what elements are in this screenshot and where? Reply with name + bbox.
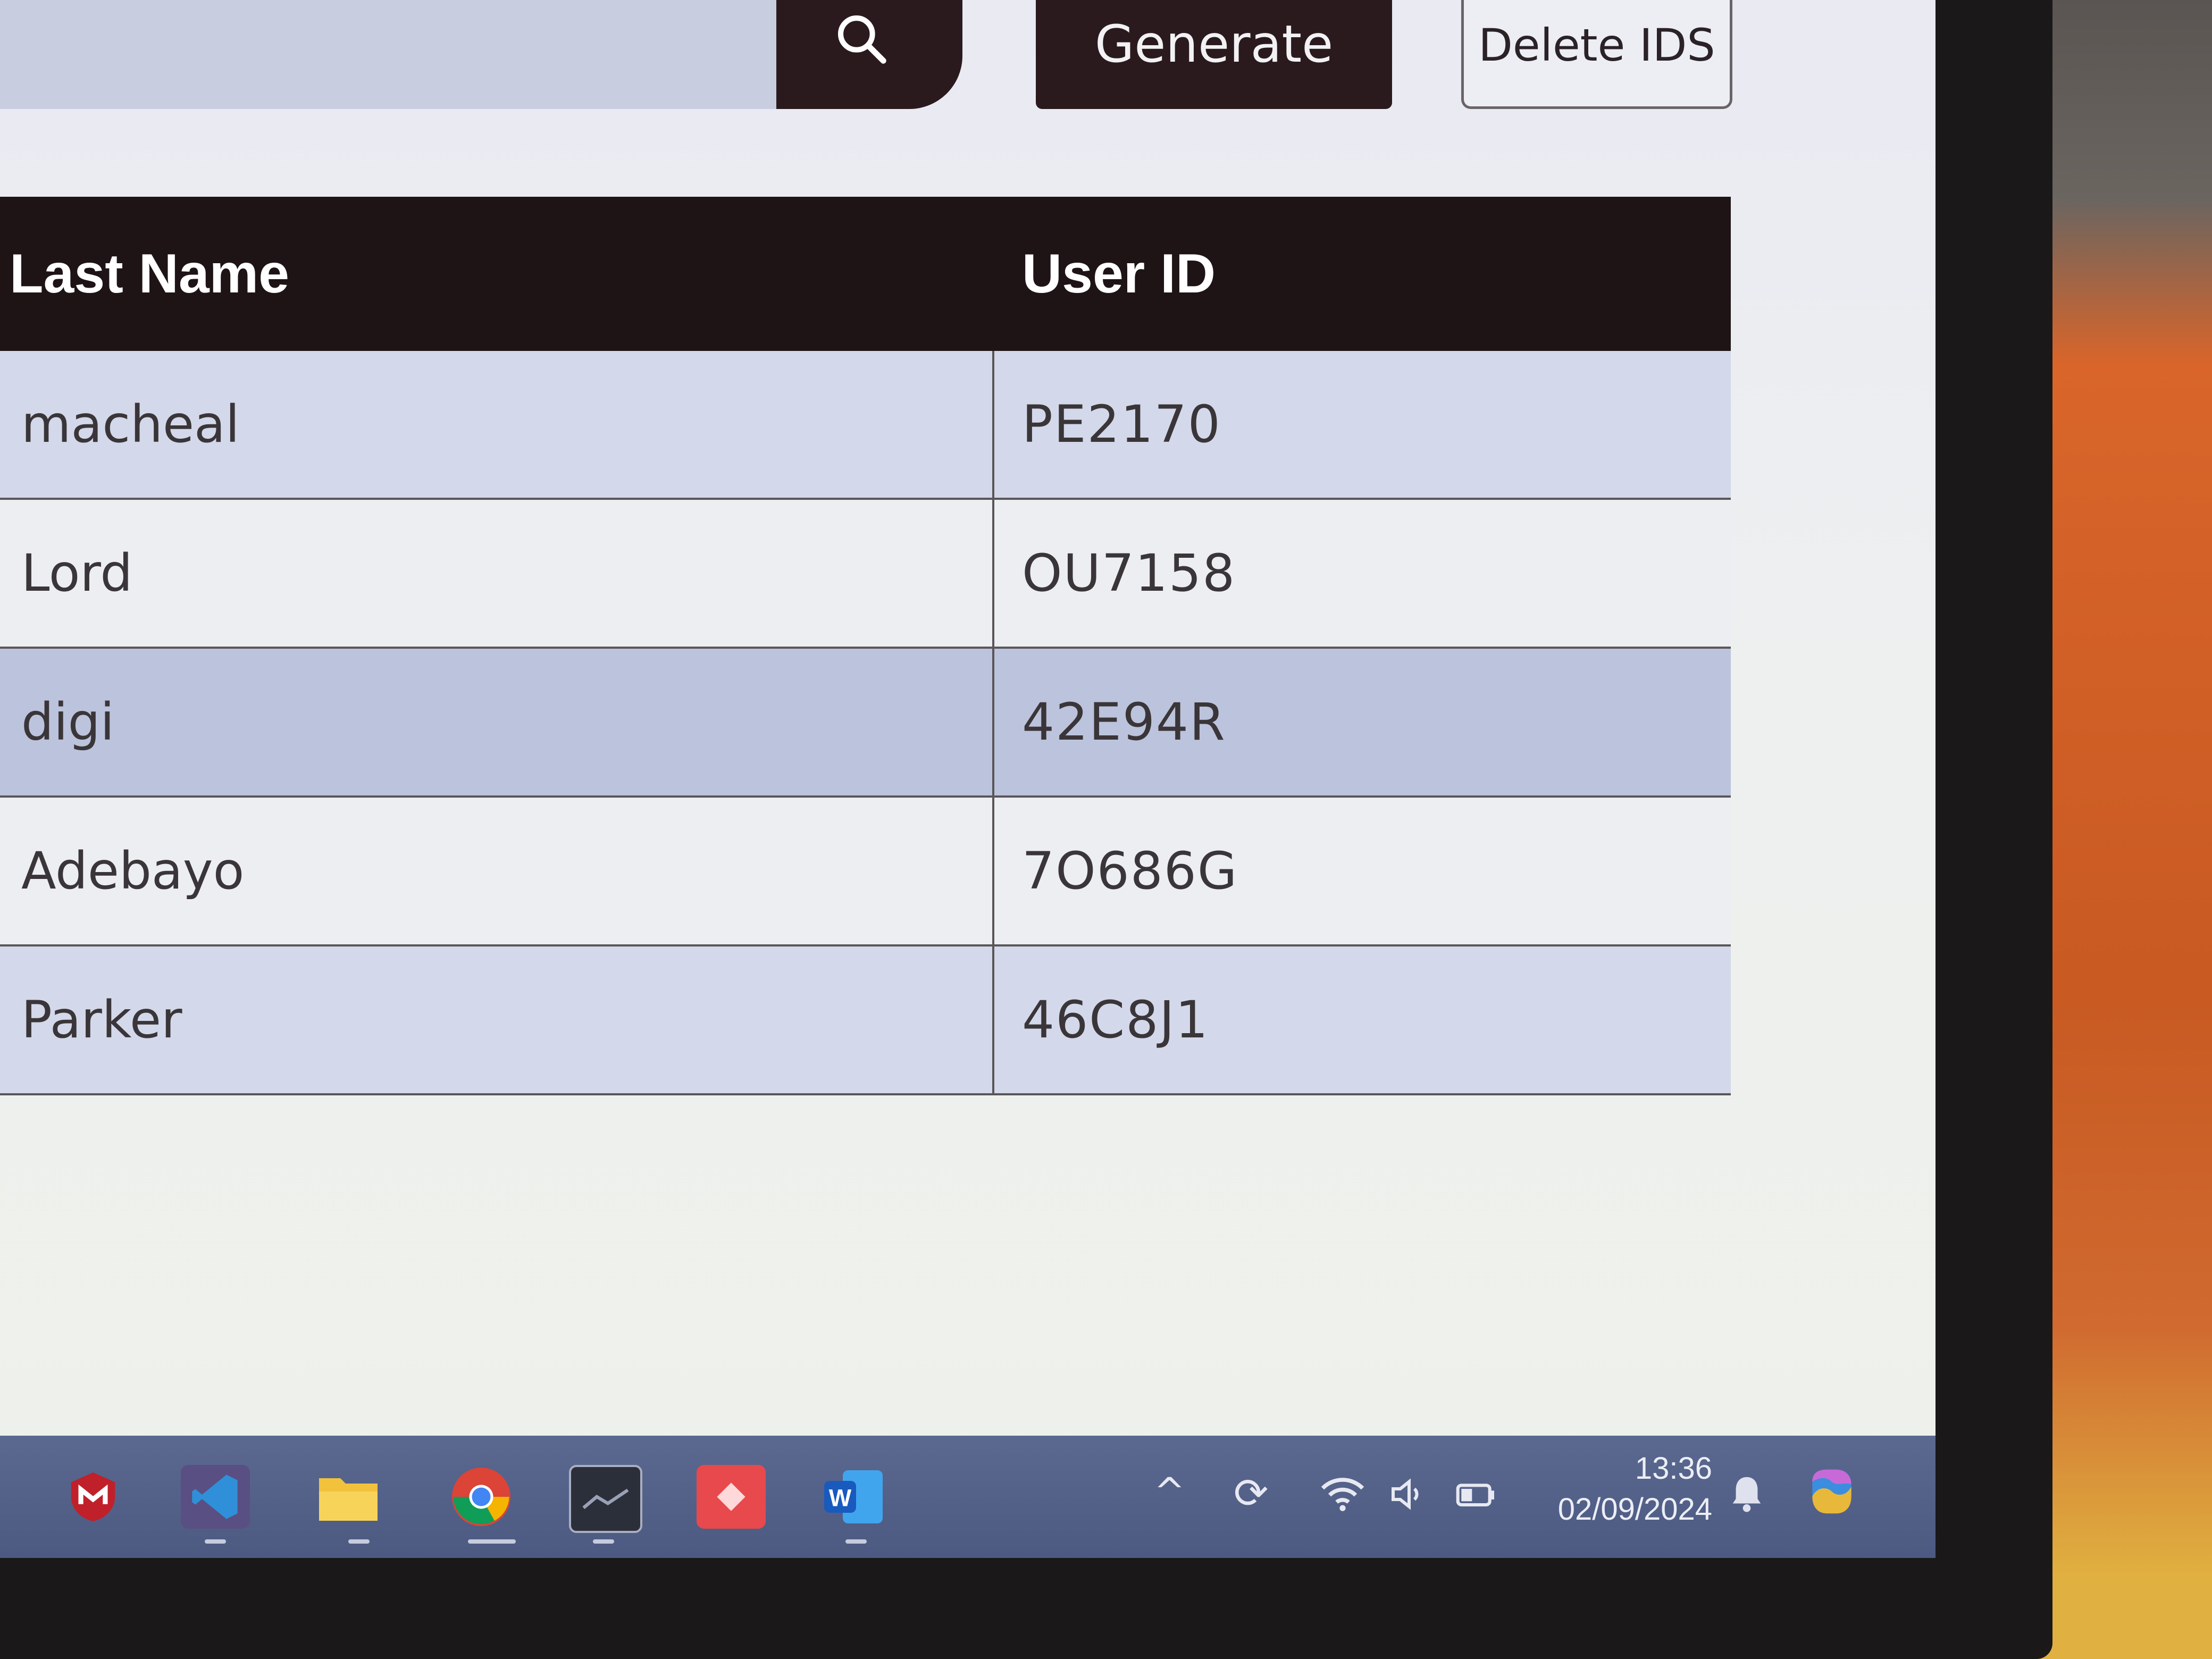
table-row[interactable]: macheal PE2170 bbox=[0, 351, 1731, 500]
table-row[interactable]: Adebayo 7O686G bbox=[0, 798, 1731, 946]
delete-ids-button[interactable]: Delete IDS bbox=[1461, 0, 1732, 109]
wifi-icon[interactable] bbox=[1319, 1473, 1367, 1522]
svg-text:W: W bbox=[829, 1485, 852, 1512]
battery-icon[interactable] bbox=[1452, 1473, 1499, 1522]
chrome-active-indicator bbox=[468, 1539, 516, 1544]
cell-user-id: 42E94R bbox=[1022, 692, 1226, 752]
cell-user-id: 7O686G bbox=[1022, 841, 1238, 901]
search-icon bbox=[838, 15, 886, 64]
cell-last-name: Parker bbox=[0, 946, 994, 1093]
bell-icon[interactable] bbox=[1728, 1473, 1765, 1522]
column-header-last-name: Last Name bbox=[10, 242, 289, 305]
search-button[interactable] bbox=[776, 0, 962, 109]
cell-user-id: OU7158 bbox=[1022, 543, 1236, 603]
cell-last-name: macheal bbox=[0, 351, 994, 498]
vscode-icon[interactable] bbox=[181, 1465, 250, 1529]
cell-user-id: PE2170 bbox=[1022, 395, 1221, 454]
vscode-active-indicator bbox=[205, 1539, 226, 1544]
taskbar-clock[interactable]: 13:36 02/09/2024 bbox=[1531, 1451, 1712, 1527]
table-row[interactable]: Parker 46C8J1 bbox=[0, 946, 1731, 1095]
cell-last-name: digi bbox=[0, 649, 994, 795]
app-icon[interactable] bbox=[697, 1465, 766, 1529]
table-row[interactable]: Lord OU7158 bbox=[0, 500, 1731, 649]
terminal-indicator bbox=[593, 1539, 614, 1544]
copilot-icon[interactable] bbox=[1803, 1462, 1861, 1528]
table-header: Last Name User ID bbox=[0, 197, 1731, 351]
word-indicator bbox=[845, 1539, 867, 1544]
user-table: Last Name User ID macheal PE2170 Lord OU… bbox=[0, 197, 1731, 1095]
chrome-icon[interactable] bbox=[447, 1465, 516, 1529]
table-row[interactable]: digi 42E94R bbox=[0, 649, 1731, 798]
screen: Generate Delete IDS Last Name User ID ma… bbox=[0, 0, 1936, 1558]
file-explorer-indicator bbox=[348, 1539, 370, 1544]
sync-icon[interactable]: ⟳ bbox=[1234, 1473, 1268, 1514]
cell-last-name: Lord bbox=[0, 500, 994, 647]
clock-time: 13:36 bbox=[1635, 1451, 1712, 1486]
cell-user-id: 46C8J1 bbox=[1022, 990, 1209, 1050]
mcafee-icon[interactable] bbox=[58, 1465, 128, 1529]
terminal-icon[interactable] bbox=[569, 1465, 642, 1533]
volume-icon[interactable] bbox=[1388, 1473, 1430, 1522]
generate-button[interactable]: Generate bbox=[1036, 0, 1392, 109]
chevron-up-icon[interactable]: ^ bbox=[1154, 1473, 1185, 1510]
file-explorer-icon[interactable] bbox=[314, 1465, 383, 1529]
word-icon[interactable]: W bbox=[819, 1465, 888, 1529]
taskbar: W ^ ⟳ 13:36 02/09/2024 bbox=[0, 1436, 1936, 1558]
search-input[interactable] bbox=[0, 0, 787, 109]
column-header-user-id: User ID bbox=[1022, 242, 1216, 305]
clock-date: 02/09/2024 bbox=[1557, 1492, 1712, 1527]
cell-last-name: Adebayo bbox=[0, 798, 994, 944]
